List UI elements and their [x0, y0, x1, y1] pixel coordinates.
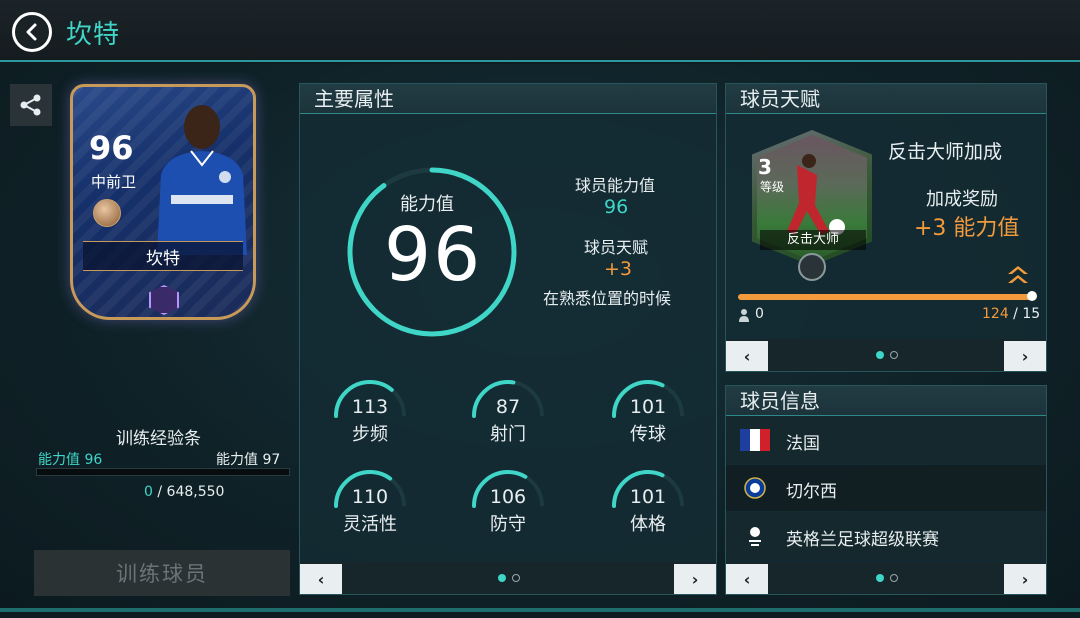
player-portrait: [157, 105, 247, 255]
talent-emblem-icon: [798, 253, 826, 281]
stat-name: 传球: [630, 424, 666, 445]
player-rating-value: 96: [604, 196, 629, 218]
attributes-next-button[interactable]: ›: [674, 564, 716, 594]
training-current-label: 能力值: [38, 452, 80, 468]
talent-caption: 反击大师: [760, 230, 866, 250]
talent-progress-current: 124: [982, 306, 1009, 322]
page-dot: [890, 351, 898, 359]
upgrade-chevron-icon[interactable]: [1006, 264, 1030, 286]
top-bar: 坎特: [0, 0, 1080, 62]
nation-text: 法国: [786, 434, 820, 454]
stat-2: 101 传球: [610, 376, 690, 456]
talent-page-dots: [867, 351, 907, 359]
player-info-header: 球员信息: [726, 386, 1046, 416]
stat-value: 110: [351, 486, 389, 508]
stat-0: 113 步频: [332, 376, 412, 456]
nation-row[interactable]: 法国: [726, 417, 1046, 463]
attributes-nav-bar: ‹ ›: [300, 562, 716, 594]
attributes-page-dots: [489, 574, 529, 582]
page-dot-active: [876, 574, 884, 582]
training-current-value: 96: [84, 452, 103, 468]
talent-level-label: 等级: [760, 180, 785, 194]
stat-name: 步频: [352, 424, 388, 445]
league-text: 英格兰足球超级联赛: [786, 530, 939, 550]
stat-4: 106 防守: [470, 466, 550, 546]
talent-progress-total: 15: [1022, 306, 1041, 322]
share-icon: [20, 94, 41, 116]
training-count-total: 648,550: [166, 484, 225, 500]
training-count: 0 / 648,550: [144, 484, 224, 500]
stat-5: 101 体格: [610, 466, 690, 546]
talent-value: +3: [604, 258, 633, 280]
info-prev-button[interactable]: ‹: [726, 564, 768, 594]
talent-next-button[interactable]: ›: [1004, 341, 1046, 371]
training-next-level: 能力值 97: [216, 449, 280, 469]
talent-level: 3: [758, 155, 772, 179]
training-title: 训练经验条: [116, 429, 201, 449]
card-position: 中前卫: [91, 173, 137, 191]
stat-name: 防守: [490, 514, 526, 535]
card-rating: 96: [89, 129, 134, 167]
share-button[interactable]: [10, 84, 52, 126]
card-player-name: 坎特: [83, 241, 243, 271]
chelsea-crest-icon: [744, 477, 766, 499]
info-next-button[interactable]: ›: [1004, 564, 1046, 594]
stat-3: 110 灵活性: [332, 466, 412, 546]
page-dot: [890, 574, 898, 582]
stat-value: 113: [351, 396, 389, 418]
league-row[interactable]: 英格兰足球超级联赛: [726, 513, 1046, 559]
talent-progress-separator: /: [1008, 306, 1023, 322]
stat-value: 101: [629, 396, 667, 418]
stat-name: 体格: [630, 514, 666, 535]
club-text: 切尔西: [786, 482, 837, 502]
talent-bonus-label: 加成奖励: [926, 189, 998, 210]
page-dot-active: [498, 574, 506, 582]
training-next-value: 97: [262, 452, 281, 468]
page-dot: [512, 574, 520, 582]
france-flag-icon: [740, 429, 770, 451]
premier-league-icon: [749, 527, 761, 546]
talent-prev-button[interactable]: ‹: [726, 341, 768, 371]
bottom-divider: [0, 608, 1080, 612]
attributes-prev-button[interactable]: ‹: [300, 564, 342, 594]
talent-progress-text: 124 / 15: [982, 306, 1040, 322]
info-page-dots: [867, 574, 907, 582]
talent-progress-knob: [1027, 291, 1037, 301]
talent-progress-bar: [738, 294, 1034, 300]
stat-value: 87: [495, 396, 521, 418]
stat-value: 106: [489, 486, 527, 508]
info-nav-bar: ‹ ›: [726, 562, 1046, 594]
talent-condition: 在熟悉位置的时候: [543, 289, 672, 308]
training-count-separator: /: [157, 484, 163, 500]
training-count-current: 0: [144, 484, 153, 500]
person-icon: [739, 309, 749, 322]
talent-name: 反击大师加成: [888, 141, 1003, 163]
back-arrow-icon: [26, 23, 37, 41]
stat-value: 101: [629, 486, 667, 508]
talent-count: 0: [755, 306, 764, 322]
back-button[interactable]: [12, 12, 52, 52]
club-row[interactable]: 切尔西: [726, 465, 1046, 511]
stat-name: 灵活性: [343, 514, 397, 535]
training-progress-bar: [36, 468, 290, 476]
talent-header: 球员天赋: [726, 84, 1046, 114]
page-title: 坎特: [66, 20, 121, 50]
training-next-label: 能力值: [216, 452, 258, 468]
stat-name: 射门: [490, 424, 526, 445]
attributes-header: 主要属性: [300, 84, 716, 114]
talent-bonus-value: +3 能力值: [914, 216, 1020, 241]
ring-value: 96: [384, 212, 483, 298]
talent-nav-bar: ‹ ›: [726, 339, 1046, 371]
train-player-button[interactable]: 训练球员: [34, 550, 290, 596]
player-rating-label: 球员能力值: [575, 176, 656, 195]
page-dot-active: [876, 351, 884, 359]
ball-badge-icon: [93, 199, 121, 227]
training-current-level: 能力值 96: [38, 449, 102, 469]
talent-label: 球员天赋: [584, 238, 649, 257]
player-card[interactable]: 96 中前卫 坎特: [70, 84, 256, 320]
stat-1: 87 射门: [470, 376, 550, 456]
